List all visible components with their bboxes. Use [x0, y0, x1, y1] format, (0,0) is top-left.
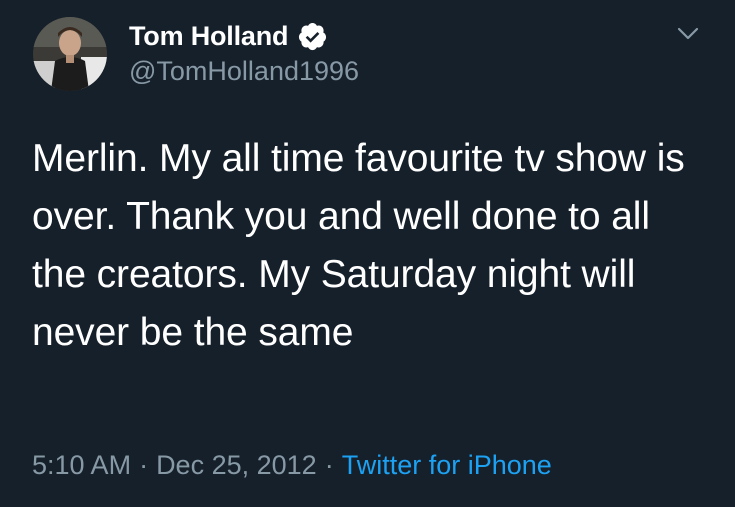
profile-photo-icon: [33, 17, 107, 91]
tweet-time[interactable]: 5:10 AM: [32, 450, 131, 480]
chevron-down-icon[interactable]: [674, 20, 702, 48]
author-name-row: Tom Holland: [129, 18, 328, 54]
tweet-source-link[interactable]: Twitter for iPhone: [342, 450, 552, 480]
meta-separator: ·: [324, 450, 334, 480]
author-display-name[interactable]: Tom Holland: [129, 21, 288, 52]
tweet-card: Tom Holland @TomHolland1996 Merlin. My a…: [0, 0, 735, 507]
avatar[interactable]: [33, 17, 107, 91]
tweet-text: Merlin. My all time favourite tv show is…: [32, 137, 685, 354]
tweet-meta: 5:10 AM · Dec 25, 2012 · Twitter for iPhone: [32, 450, 552, 481]
verified-badge-icon: [297, 21, 328, 52]
author-handle[interactable]: @TomHolland1996: [129, 56, 359, 87]
tweet-date[interactable]: Dec 25, 2012: [156, 450, 317, 480]
meta-separator: ·: [139, 450, 149, 480]
